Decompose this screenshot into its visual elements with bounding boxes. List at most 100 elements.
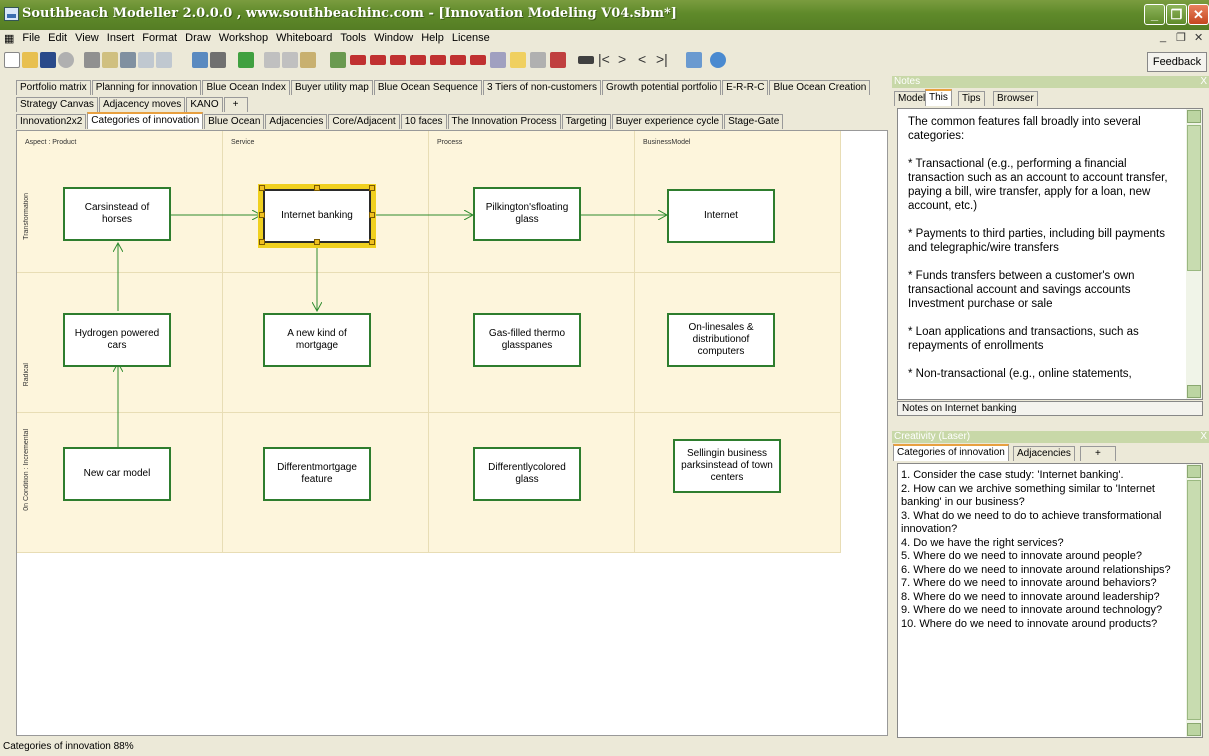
creativity-tab-adjacencies[interactable]: Adjacencies (1013, 446, 1075, 461)
shape-icon[interactable] (410, 55, 426, 65)
shape-icon[interactable] (370, 55, 386, 65)
building-icon[interactable] (300, 52, 316, 68)
notes-tab-tips[interactable]: Tips (958, 91, 985, 106)
menu-draw[interactable]: Draw (181, 30, 215, 46)
resize-handle[interactable] (369, 239, 375, 245)
maximize-button[interactable]: ❐ (1166, 4, 1187, 25)
node-new-car-model[interactable]: New car model (63, 447, 171, 501)
tab-innovation2x2[interactable]: Innovation2x2 (16, 114, 87, 129)
menu-license[interactable]: License (448, 30, 494, 46)
notes-textarea[interactable]: The common features fall broadly into se… (897, 108, 1203, 400)
previous-icon[interactable]: < (638, 52, 654, 68)
creativity-add-tab-button[interactable]: + (1080, 446, 1116, 461)
diagram-icon[interactable] (330, 52, 346, 68)
shape-icon[interactable] (430, 55, 446, 65)
check-icon[interactable] (238, 52, 254, 68)
notes-tab-model[interactable]: Model (894, 91, 930, 106)
node-internet[interactable]: Internet (667, 189, 775, 243)
node-internet-banking[interactable]: Internet banking (258, 184, 376, 248)
node-new-kind-of-mortgage[interactable]: A new kind of mortgage (263, 313, 371, 367)
creativity-tab-categories[interactable]: Categories of innovation (893, 444, 1009, 461)
creativity-scrollbar[interactable] (1186, 464, 1202, 737)
next-icon[interactable]: > (618, 52, 634, 68)
creativity-textarea[interactable]: 1. Consider the case study: 'Internet ba… (897, 463, 1203, 738)
paste-icon[interactable] (120, 52, 136, 68)
shape-icon[interactable] (470, 55, 486, 65)
node-differently-colored-glass[interactable]: Differentlycolored glass (473, 447, 581, 501)
undo-icon[interactable] (138, 52, 154, 68)
copy-icon[interactable] (102, 52, 118, 68)
tab-kano[interactable]: KANO (186, 97, 223, 112)
resize-handle[interactable] (369, 212, 375, 218)
mdi-minimize-button[interactable]: _ (1160, 31, 1166, 43)
tab-adjacencies[interactable]: Adjacencies (265, 114, 328, 129)
shape-icon[interactable] (350, 55, 366, 65)
resize-handle[interactable] (369, 185, 375, 191)
tab-categories-of-innovation[interactable]: Categories of innovation (87, 112, 204, 129)
feedback-button[interactable]: Feedback (1147, 52, 1207, 72)
mdi-restore-button[interactable]: ❐ (1176, 31, 1186, 44)
present-icon[interactable] (578, 56, 594, 64)
menu-help[interactable]: Help (417, 30, 448, 46)
tab-portfolio-matrix[interactable]: Portfolio matrix (16, 80, 91, 95)
tab-buyer-utility-map[interactable]: Buyer utility map (290, 80, 373, 95)
save-icon[interactable] (40, 52, 56, 68)
add-tab-button[interactable]: + (223, 97, 248, 112)
view-icon[interactable] (686, 52, 702, 68)
close-icon[interactable]: X (1200, 431, 1207, 443)
tab-errc[interactable]: E-R-R-C (722, 80, 769, 95)
resize-handle[interactable] (259, 239, 265, 245)
scroll-down-icon[interactable] (1187, 723, 1201, 736)
scroll-up-icon[interactable] (1187, 110, 1201, 123)
tab-10-faces[interactable]: 10 faces (400, 114, 447, 129)
last-page-icon[interactable]: >| (656, 52, 672, 68)
node-selling-in-business-parks[interactable]: Sellingin business parksinstead of town … (673, 439, 781, 493)
tab-planning-for-innovation[interactable]: Planning for innovation (91, 80, 202, 95)
scroll-up-icon[interactable] (1187, 465, 1201, 478)
shape-icon[interactable] (450, 55, 466, 65)
open-icon[interactable] (22, 52, 38, 68)
scissors-icon[interactable] (530, 52, 546, 68)
node-different-mortgage-feature[interactable]: Differentmortgage feature (263, 447, 371, 501)
tab-innovation-process[interactable]: The Innovation Process (447, 114, 561, 129)
zoom-icon[interactable] (710, 52, 726, 68)
node-cars-instead-of-horses[interactable]: Carsinstead of horses (63, 187, 171, 241)
shape-icon[interactable] (390, 55, 406, 65)
tab-core-adjacent[interactable]: Core/Adjacent (328, 114, 400, 129)
menu-workshop[interactable]: Workshop (215, 30, 272, 46)
grid-icon[interactable] (192, 52, 208, 68)
scroll-thumb[interactable] (1187, 480, 1201, 720)
node-online-sales[interactable]: On-linesales & distributionof computers (667, 313, 775, 367)
notes-tab-browser[interactable]: Browser (993, 91, 1038, 106)
hexagon-icon[interactable] (490, 52, 506, 68)
mdi-close-button[interactable]: ✕ (1194, 31, 1203, 44)
minimize-button[interactable]: _ (1144, 4, 1165, 25)
notes-scrollbar[interactable] (1186, 109, 1202, 399)
pencil-icon[interactable] (264, 52, 280, 68)
new-icon[interactable] (4, 52, 20, 68)
scroll-down-icon[interactable] (1187, 385, 1201, 398)
diagram-red-icon[interactable] (550, 52, 566, 68)
menu-insert[interactable]: Insert (103, 30, 139, 46)
tab-strategy-canvas[interactable]: Strategy Canvas (16, 97, 98, 112)
info-icon[interactable] (282, 52, 298, 68)
redo-icon[interactable] (156, 52, 172, 68)
scroll-thumb[interactable] (1187, 125, 1201, 271)
menu-view[interactable]: View (71, 30, 103, 46)
menu-window[interactable]: Window (370, 30, 417, 46)
tab-blue-ocean[interactable]: Blue Ocean (204, 114, 265, 129)
tab-3-tiers[interactable]: 3 Tiers of non-customers (482, 80, 601, 95)
resize-handle[interactable] (314, 185, 320, 191)
node-hydrogen-powered-cars[interactable]: Hydrogen powered cars (63, 313, 171, 367)
close-icon[interactable]: X (1200, 76, 1207, 88)
tab-stage-gate[interactable]: Stage-Gate (724, 114, 784, 129)
tab-growth-potential[interactable]: Growth potential portfolio (601, 80, 722, 95)
tab-blue-ocean-index[interactable]: Blue Ocean Index (202, 80, 290, 95)
diagram-canvas[interactable]: Aspect : Product Service Process Busines… (16, 130, 888, 736)
heart-icon[interactable] (210, 52, 226, 68)
resize-handle[interactable] (259, 185, 265, 191)
tab-blue-ocean-sequence[interactable]: Blue Ocean Sequence (373, 80, 482, 95)
tab-blue-ocean-creation[interactable]: Blue Ocean Creation (769, 80, 871, 95)
tab-targeting[interactable]: Targeting (561, 114, 611, 129)
menu-tools[interactable]: Tools (336, 30, 370, 46)
